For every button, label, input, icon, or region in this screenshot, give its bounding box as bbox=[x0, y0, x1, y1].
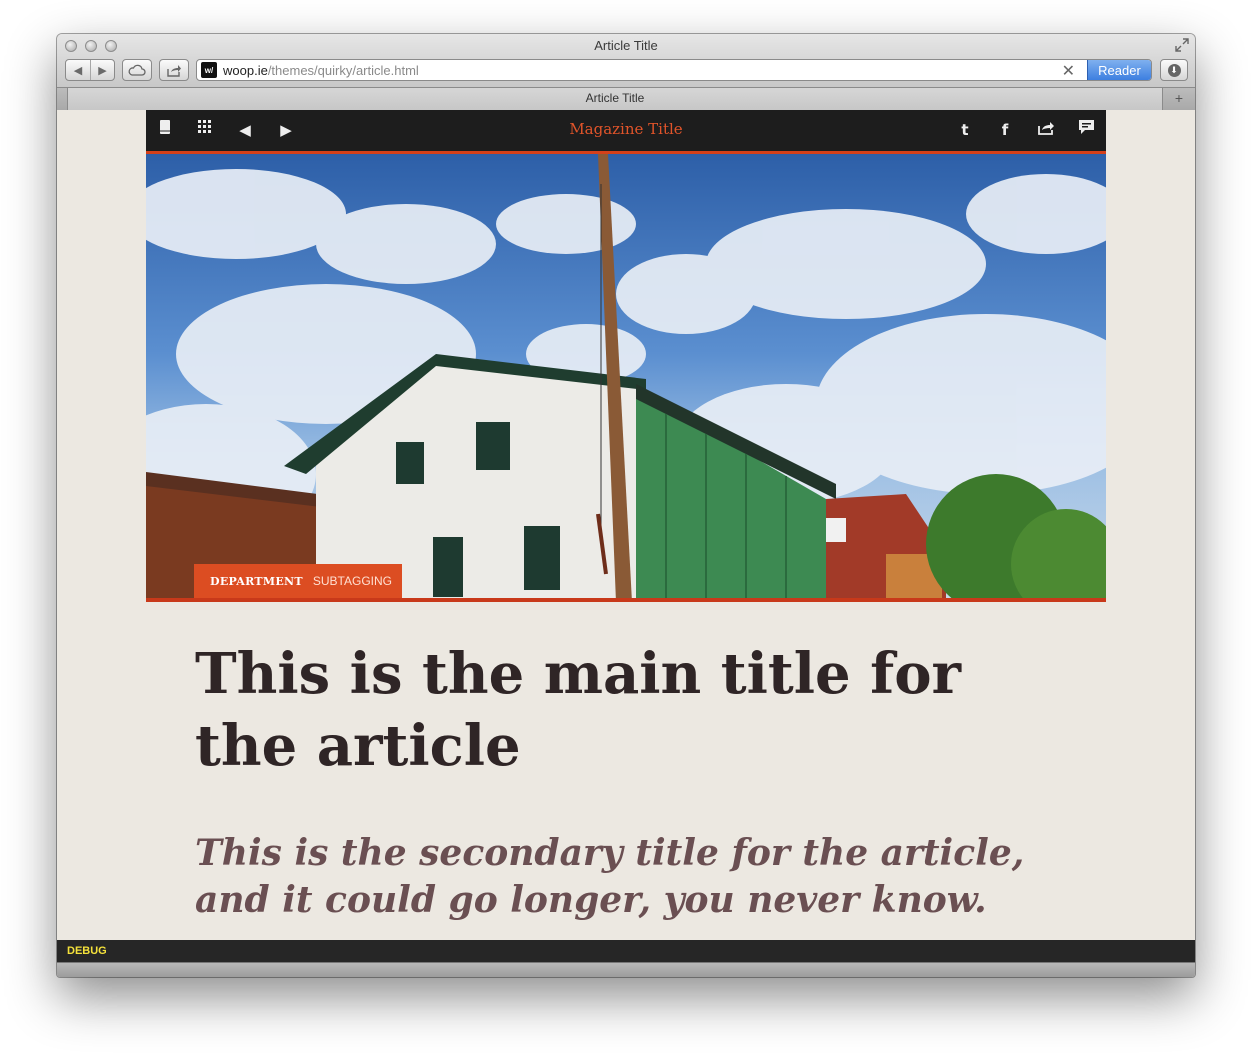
back-forward-group: ◀ ▶ bbox=[65, 59, 115, 81]
back-arrow-icon: ◀ bbox=[73, 64, 83, 77]
icloud-tabs-button[interactable] bbox=[122, 59, 152, 81]
download-icon: ⬇ bbox=[1167, 63, 1181, 77]
new-tab-button[interactable]: + bbox=[1166, 88, 1192, 108]
downloads-button[interactable]: ⬇ bbox=[1160, 59, 1188, 81]
site-favicon: w/ bbox=[201, 62, 217, 78]
hero-image: DEPARTMENT SUBTAGGING bbox=[146, 154, 1106, 602]
window-bottom-edge bbox=[57, 962, 1195, 977]
debug-bar[interactable]: DEBUG bbox=[57, 940, 1195, 962]
address-bar[interactable]: w/ woop.ie/themes/quirky/article.html ✕ … bbox=[196, 59, 1152, 81]
subtagging-label[interactable]: SUBTAGGING bbox=[313, 574, 392, 588]
share-page-button[interactable] bbox=[159, 59, 189, 81]
magazine-toolbar: ◀ ▶ Magazine Title t f bbox=[146, 110, 1106, 154]
category-badge[interactable]: DEPARTMENT SUBTAGGING bbox=[194, 564, 402, 598]
window-title: Article Title bbox=[594, 38, 658, 53]
browser-window: Article Title ◀ ▶ w/ woop.ie/themes/quir… bbox=[57, 34, 1195, 977]
department-label[interactable]: DEPARTMENT bbox=[210, 575, 303, 588]
twitter-icon[interactable]: t bbox=[954, 119, 976, 141]
tab-article[interactable]: Article Title bbox=[67, 88, 1163, 110]
clear-url-icon[interactable]: ✕ bbox=[1062, 61, 1075, 80]
article-secondary-title: This is the secondary title for the arti… bbox=[195, 832, 1025, 921]
page-content: ◀ ▶ Magazine Title t f DEPARTMENT SUBTAG… bbox=[57, 110, 1195, 940]
title-bar: Article Title ◀ ▶ w/ woop.ie/themes/quir… bbox=[57, 34, 1195, 120]
facebook-icon[interactable]: f bbox=[994, 119, 1016, 141]
share-icon bbox=[160, 60, 188, 80]
reader-button[interactable]: Reader bbox=[1087, 60, 1151, 80]
back-button[interactable]: ◀ bbox=[66, 60, 90, 80]
forward-button[interactable]: ▶ bbox=[90, 60, 114, 80]
comment-icon[interactable] bbox=[1075, 119, 1097, 141]
forward-arrow-icon: ▶ bbox=[98, 64, 107, 77]
cloud-icon bbox=[123, 60, 151, 80]
share-icon[interactable] bbox=[1035, 119, 1057, 141]
url-path: /themes/quirky/article.html bbox=[267, 62, 419, 78]
article-main-title: This is the main title for the article bbox=[195, 641, 962, 779]
tab-bar: Article Title + bbox=[57, 87, 1195, 110]
url-host: woop.ie bbox=[223, 62, 268, 78]
fullscreen-icon[interactable] bbox=[1175, 38, 1189, 52]
barn-photo bbox=[146, 154, 1106, 598]
